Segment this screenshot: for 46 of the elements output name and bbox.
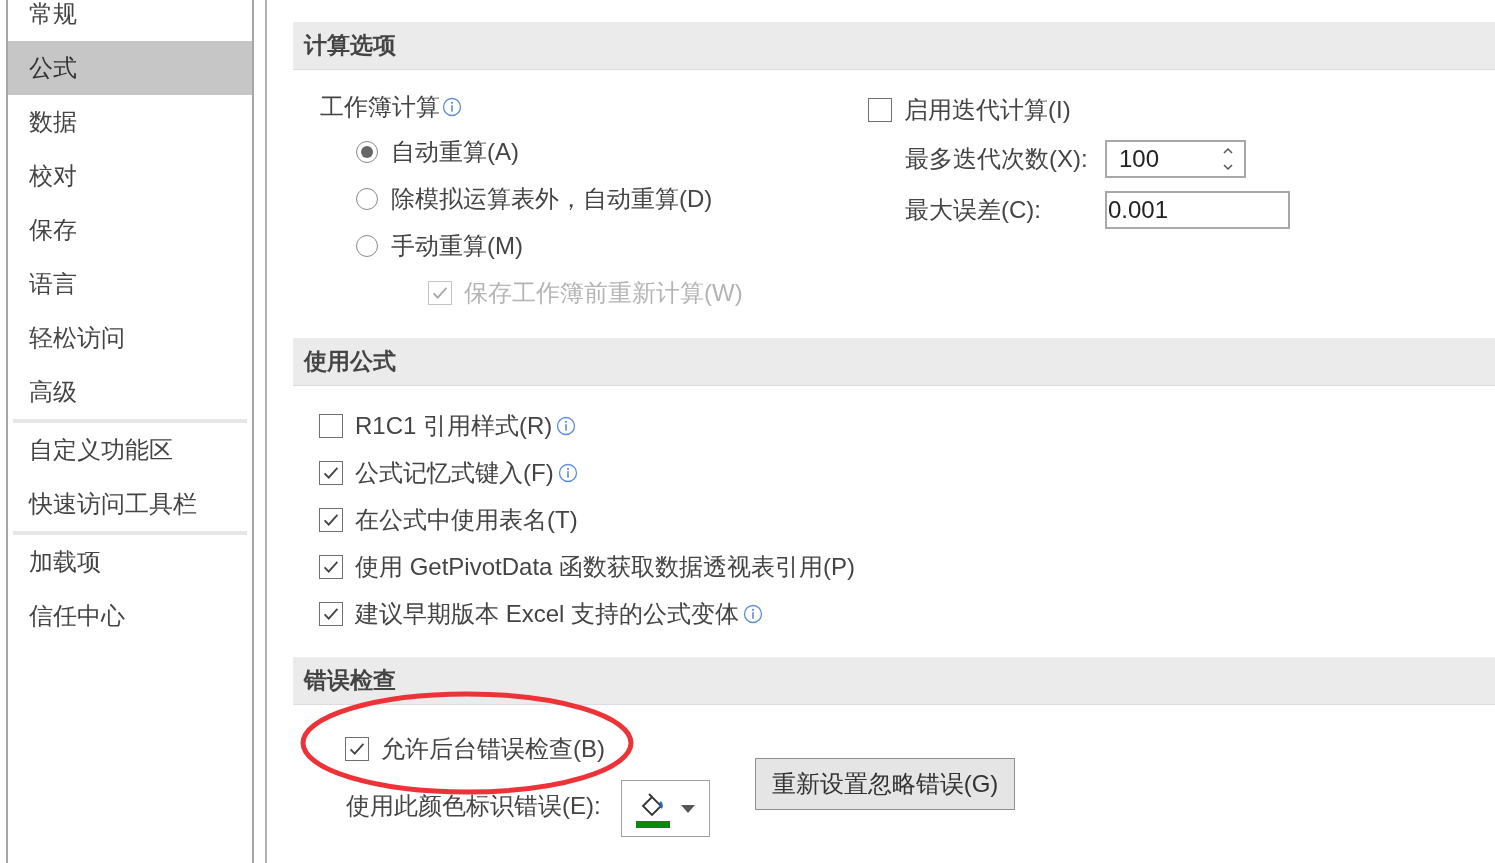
section-header: 使用公式 bbox=[293, 338, 1495, 386]
radio-label[interactable]: 手动重算(M) bbox=[391, 229, 523, 262]
reset-ignored-errors-button[interactable]: 重新设置忽略错误(G) bbox=[754, 758, 1016, 810]
checkbox-label[interactable]: 允许后台错误检查(B) bbox=[381, 732, 605, 765]
sidebar-item[interactable]: 公式 bbox=[8, 41, 252, 95]
checkbox-label[interactable]: R1C1 引用样式(R) bbox=[355, 409, 553, 442]
sidebar-item[interactable]: 信任中心 bbox=[8, 589, 252, 643]
spin-arrows-icon[interactable] bbox=[1222, 145, 1234, 172]
checkbox[interactable] bbox=[319, 554, 343, 579]
field-label: 最多迭代次数(X): bbox=[905, 143, 1089, 174]
checkbox-label[interactable]: 在公式中使用表名(T) bbox=[355, 503, 578, 536]
checkbox-label[interactable]: 启用迭代计算(I) bbox=[904, 93, 1071, 126]
field-label: 最大误差(C): bbox=[905, 194, 1042, 225]
checkbox[interactable] bbox=[319, 507, 343, 532]
checkbox[interactable] bbox=[868, 97, 892, 122]
section-header: 计算选项 bbox=[293, 22, 1495, 70]
sidebar-item[interactable]: 语言 bbox=[8, 257, 252, 311]
checkbox[interactable] bbox=[319, 460, 343, 485]
section-header: 错误检查 bbox=[293, 657, 1495, 705]
sidebar-item[interactable]: 自定义功能区 bbox=[8, 423, 252, 477]
field-label: 使用此颜色标识错误(E): bbox=[346, 791, 601, 821]
sidebar-item[interactable]: 轻松访问 bbox=[8, 311, 252, 365]
color-picker-button[interactable] bbox=[620, 780, 710, 837]
sidebar-item[interactable]: 校对 bbox=[8, 149, 252, 203]
info-icon[interactable] bbox=[743, 603, 764, 624]
checkbox[interactable] bbox=[319, 413, 343, 438]
spin-field[interactable]: 100 bbox=[1105, 139, 1246, 178]
checkbox-label[interactable]: 公式记忆式键入(F) bbox=[355, 456, 554, 489]
info-icon[interactable] bbox=[557, 462, 578, 483]
input-field[interactable]: 0.001 bbox=[1105, 190, 1290, 229]
checkbox[interactable] bbox=[319, 601, 343, 626]
checkbox-label[interactable]: 使用 GetPivotData 函数获取数据透视表引用(P) bbox=[355, 550, 856, 583]
sidebar-item[interactable]: 数据 bbox=[8, 95, 252, 149]
sidebar-item[interactable]: 加载项 bbox=[8, 535, 252, 589]
dropdown-arrow-icon bbox=[681, 804, 696, 813]
sidebar-item[interactable]: 快速访问工具栏 bbox=[8, 477, 252, 531]
radio-label[interactable]: 除模拟运算表外，自动重算(D) bbox=[391, 182, 713, 215]
sidebar-item[interactable]: 高级 bbox=[8, 365, 252, 419]
sidebar-item[interactable]: 常规 bbox=[8, 0, 252, 41]
radio-label[interactable]: 自动重算(A) bbox=[391, 135, 519, 168]
checkbox[interactable] bbox=[345, 736, 369, 761]
group-label: 工作簿计算 bbox=[320, 92, 440, 122]
info-icon[interactable] bbox=[556, 415, 577, 436]
checkbox-label[interactable]: 建议早期版本 Excel 支持的公式变体 bbox=[355, 597, 740, 630]
sidebar-item[interactable]: 保存 bbox=[8, 203, 252, 257]
info-icon[interactable] bbox=[442, 97, 462, 117]
